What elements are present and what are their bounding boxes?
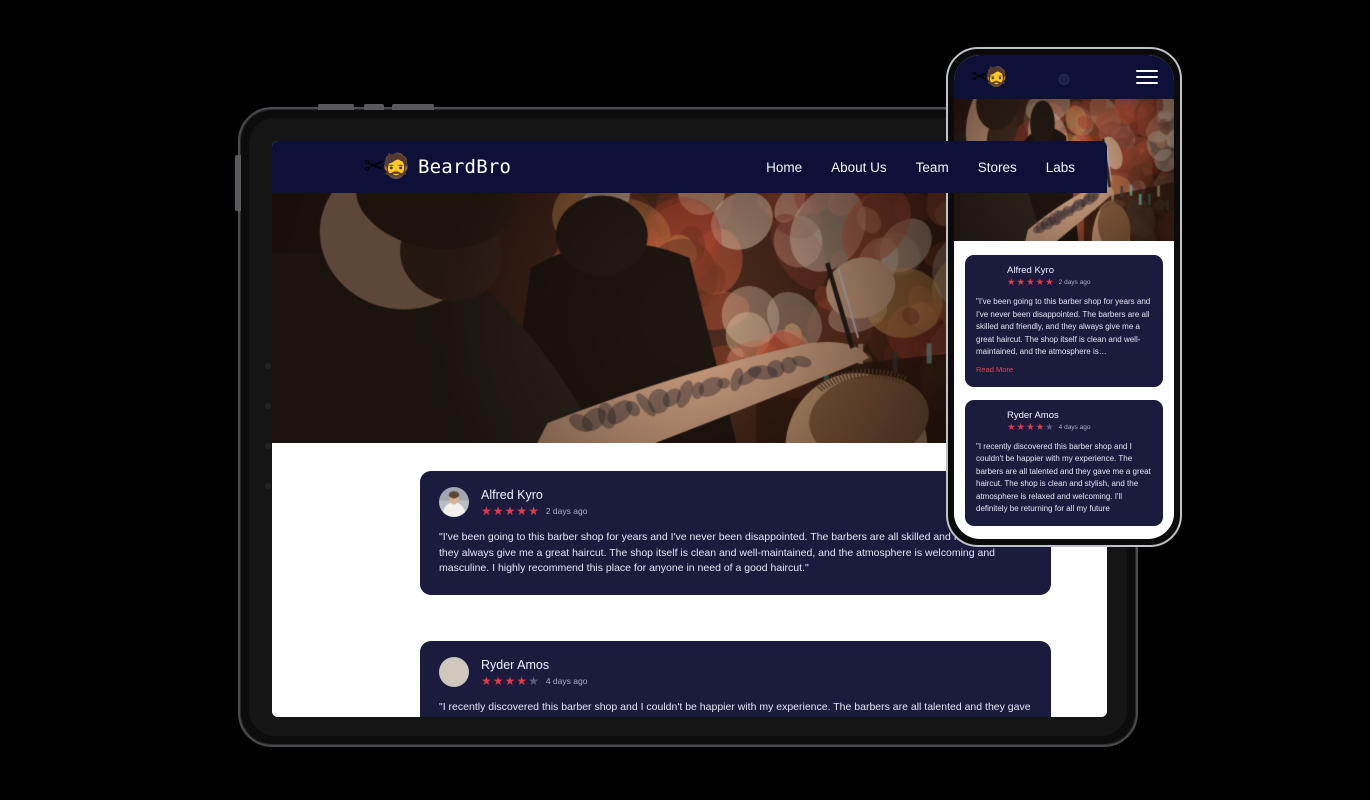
phone-device-frame: ✂🧔 Alfred Kyro ★ ★ ★ ★ ★ 2 days ago "I'v… xyxy=(946,47,1182,547)
scissors-barber-icon: ✂🧔 xyxy=(972,68,1006,87)
review-card: Ryder Amos ★ ★ ★ ★ ★ 4 days ago "I recently … xyxy=(420,641,1051,718)
review-rating: ★ ★ ★ ★ ★ 2 days ago xyxy=(481,505,587,517)
tablet-speaker-hole xyxy=(265,403,271,409)
tablet-power-button[interactable] xyxy=(392,104,434,110)
review-text: "I've been going to this barber shop for… xyxy=(439,530,1032,577)
nav-item-about-us[interactable]: About Us xyxy=(831,160,887,175)
reviewer-name: Alfred Kyro xyxy=(1007,265,1090,277)
scissors-barber-icon: ✂🧔 xyxy=(364,155,408,179)
tablet-speaker-hole xyxy=(265,363,271,369)
star-rating: ★ ★ ★ ★ ★ xyxy=(1007,423,1054,433)
avatar xyxy=(439,487,469,517)
review-header: Alfred Kyro ★ ★ ★ ★ ★ 2 days ago xyxy=(976,265,1152,288)
avatar xyxy=(439,657,469,687)
phone-screen: ✂🧔 Alfred Kyro ★ ★ ★ ★ ★ 2 days ago "I'v… xyxy=(954,55,1174,539)
review-card: Ryder Amos ★ ★ ★ ★ ★ 4 days ago "I recently … xyxy=(965,400,1163,526)
review-timestamp: 2 days ago xyxy=(546,505,588,517)
avatar xyxy=(976,265,999,288)
review-header: Alfred Kyro ★ ★ ★ ★ ★ 2 days ago xyxy=(439,487,1032,517)
review-rating: ★ ★ ★ ★ ★ 2 days ago xyxy=(1007,278,1090,288)
review-timestamp: 4 days ago xyxy=(546,675,588,687)
review-header: Ryder Amos ★ ★ ★ ★ ★ 4 days ago xyxy=(439,657,1032,687)
read-more-link[interactable]: Read More xyxy=(976,365,1013,374)
avatar xyxy=(976,410,999,433)
review-header: Ryder Amos ★ ★ ★ ★ ★ 4 days ago xyxy=(976,410,1152,433)
brand-logo-group[interactable]: ✂🧔 BeardBro xyxy=(364,155,511,179)
review-rating: ★ ★ ★ ★ ★ 4 days ago xyxy=(481,675,587,687)
phone-reviews-section: Alfred Kyro ★ ★ ★ ★ ★ 2 days ago "I've been … xyxy=(954,241,1174,526)
tablet-volume-down-button[interactable] xyxy=(364,104,384,110)
brand-name: BeardBro xyxy=(418,156,511,178)
nav-item-team[interactable]: Team xyxy=(916,160,949,175)
reviewer-name: Alfred Kyro xyxy=(481,488,587,503)
review-timestamp: 4 days ago xyxy=(1059,423,1091,433)
tablet-volume-up-button[interactable] xyxy=(318,104,354,110)
review-meta: Ryder Amos ★ ★ ★ ★ ★ 4 days ago xyxy=(1007,410,1090,433)
phone-camera-dot xyxy=(1060,75,1069,84)
site-navbar: ✂🧔 BeardBro Home About Us Team Stores La… xyxy=(272,141,1107,193)
tablet-speaker-hole xyxy=(265,443,271,449)
primary-navigation: Home About Us Team Stores Labs xyxy=(766,160,1075,175)
star-rating: ★ ★ ★ ★ ★ xyxy=(481,505,539,517)
tablet-side-button[interactable] xyxy=(235,155,241,211)
nav-item-stores[interactable]: Stores xyxy=(978,160,1017,175)
review-card: Alfred Kyro ★ ★ ★ ★ ★ 2 days ago "I've been … xyxy=(965,255,1163,387)
review-timestamp: 2 days ago xyxy=(1059,278,1091,288)
reviewer-name: Ryder Amos xyxy=(481,658,587,673)
star-rating: ★ ★ ★ ★ ★ xyxy=(481,675,539,687)
hamburger-menu-icon[interactable] xyxy=(1136,70,1158,84)
review-text: "I've been going to this barber shop for… xyxy=(976,296,1152,359)
tablet-speaker-hole xyxy=(265,483,271,489)
star-rating: ★ ★ ★ ★ ★ xyxy=(1007,278,1054,288)
nav-item-home[interactable]: Home xyxy=(766,160,802,175)
review-text: "I recently discovered this barber shop … xyxy=(976,441,1152,516)
review-meta: Alfred Kyro ★ ★ ★ ★ ★ 2 days ago xyxy=(481,487,587,517)
review-rating: ★ ★ ★ ★ ★ 4 days ago xyxy=(1007,423,1090,433)
device-mockup-scene: ✂🧔 BeardBro Home About Us Team Stores La… xyxy=(0,0,1370,800)
review-text: "I recently discovered this barber shop … xyxy=(439,700,1032,718)
phone-navbar: ✂🧔 xyxy=(954,55,1174,99)
review-meta: Ryder Amos ★ ★ ★ ★ ★ 4 days ago xyxy=(481,657,587,687)
reviewer-name: Ryder Amos xyxy=(1007,410,1090,422)
nav-item-labs[interactable]: Labs xyxy=(1046,160,1075,175)
review-meta: Alfred Kyro ★ ★ ★ ★ ★ 2 days ago xyxy=(1007,265,1090,288)
